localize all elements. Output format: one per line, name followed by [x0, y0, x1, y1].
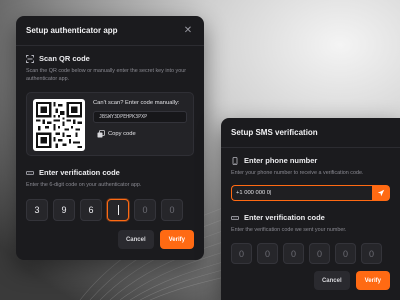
otp-input-group: 3 9 6 0 0 — [26, 199, 194, 221]
code-input-icon — [231, 215, 239, 220]
qr-section-description: Scan the QR code below or manually enter… — [26, 68, 187, 82]
phone-section-description: Enter your phone number to receive a ver… — [231, 170, 364, 176]
phone-icon — [232, 156, 238, 165]
copy-icon — [97, 130, 105, 138]
send-code-button[interactable] — [372, 185, 390, 201]
sms-digit-2[interactable]: 0 — [257, 243, 278, 264]
otp-digit-5[interactable]: 0 — [134, 199, 156, 221]
dialog-header: Setup SMS verification — [221, 118, 400, 148]
phone-input-row: +1 000 000 0| — [231, 185, 390, 201]
sms-digit-5[interactable]: 0 — [335, 243, 356, 264]
sms-digit-3[interactable]: 0 — [283, 243, 304, 264]
dialog-title: Setup authenticator app — [26, 26, 118, 35]
send-icon — [377, 189, 385, 197]
cancel-button[interactable]: Cancel — [117, 230, 154, 249]
qr-code-image — [33, 99, 85, 151]
authenticator-setup-dialog: Setup authenticator app ✕ Scan QR code S… — [16, 16, 204, 260]
copy-code-button[interactable]: Copy code — [93, 128, 140, 140]
qr-section-title: Scan QR code — [26, 54, 194, 63]
dialog-title: Setup SMS verification — [231, 128, 318, 137]
otp-digit-4-active[interactable] — [107, 199, 129, 221]
cancel-button[interactable]: Cancel — [313, 271, 350, 290]
dialog-actions: Cancel Verify — [313, 271, 390, 290]
verify-button[interactable]: Verify — [159, 230, 194, 249]
qr-card: Can't scan? Enter code manually: JBSWY3D… — [26, 92, 194, 156]
qr-scan-icon — [26, 54, 34, 63]
sms-setup-dialog: Setup SMS verification Enter phone numbe… — [221, 118, 400, 300]
sms-digit-6[interactable]: 0 — [361, 243, 382, 264]
sms-digit-4[interactable]: 0 — [309, 243, 330, 264]
phone-number-input[interactable]: +1 000 000 0| — [231, 185, 372, 201]
close-icon[interactable]: ✕ — [182, 25, 194, 36]
secret-key-field[interactable]: JBSWY3DPEHPK3PXP — [93, 111, 187, 123]
verify-section-description: Enter the 6-digit code on your authentic… — [26, 182, 142, 188]
otp-digit-1[interactable]: 3 — [26, 199, 48, 221]
verify-section-title: Enter verification code — [26, 168, 194, 177]
verify-button[interactable]: Verify — [355, 271, 390, 290]
manual-entry-label: Can't scan? Enter code manually: — [93, 100, 180, 106]
code-section-description: Enter the verification code we sent your… — [231, 227, 347, 233]
text-caret — [117, 205, 119, 215]
sms-otp-input-group: 0 0 0 0 0 0 — [231, 243, 390, 264]
dialog-header: Setup authenticator app ✕ — [16, 16, 204, 46]
phone-section-title: Enter phone number — [231, 156, 390, 165]
otp-digit-6[interactable]: 0 — [161, 199, 183, 221]
code-input-icon — [26, 170, 34, 175]
otp-digit-3[interactable]: 6 — [80, 199, 102, 221]
otp-digit-2[interactable]: 9 — [53, 199, 75, 221]
sms-digit-1[interactable]: 0 — [231, 243, 252, 264]
code-section-title: Enter verification code — [231, 213, 390, 222]
dialog-actions: Cancel Verify — [117, 230, 194, 249]
